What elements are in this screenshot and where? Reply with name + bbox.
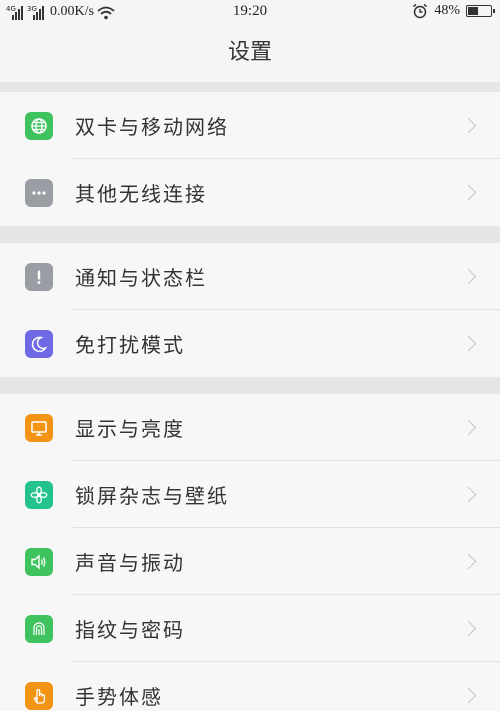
moon-icon: [25, 329, 53, 358]
settings-item-label: 其他无线连接: [75, 182, 207, 206]
more-dots-icon: [25, 178, 53, 207]
section-gap: [0, 82, 500, 92]
speaker-icon: [25, 547, 53, 576]
chevron-right-icon: [460, 687, 477, 704]
chevron-right-icon: [460, 335, 477, 352]
settings-item-label: 通知与状态栏: [75, 266, 207, 290]
hand-gesture-icon: [25, 681, 53, 710]
settings-item-display-brightness[interactable]: 显示与亮度: [0, 394, 500, 461]
chevron-right-icon: [460, 268, 477, 285]
page-title: 设置: [0, 24, 500, 82]
chevron-right-icon: [460, 419, 477, 436]
chevron-right-icon: [460, 117, 477, 134]
status-bar: 4G 3G 0.00K/s 19:20 48%: [0, 0, 500, 24]
alarm-clock-icon: [412, 3, 428, 19]
settings-item-fingerprint-password[interactable]: 指纹与密码: [0, 595, 500, 662]
section-gap: [0, 226, 500, 243]
settings-item-sound-vibration[interactable]: 声音与振动: [0, 528, 500, 595]
battery-fill: [468, 7, 479, 15]
settings-item-label: 双卡与移动网络: [75, 115, 229, 139]
status-right: 48%: [412, 3, 495, 19]
exclamation-icon: [25, 262, 53, 291]
section-gap: [0, 377, 500, 394]
settings-item-label: 免打扰模式: [75, 333, 185, 357]
settings-item-label: 手势体感: [75, 685, 163, 709]
chevron-right-icon: [460, 486, 477, 503]
settings-item-other-wireless[interactable]: 其他无线连接: [0, 159, 500, 226]
settings-item-notifications-status-bar[interactable]: 通知与状态栏: [0, 243, 500, 310]
chevron-right-icon: [460, 620, 477, 637]
flower-icon: [25, 480, 53, 509]
settings-group-network: 双卡与移动网络 其他无线连接: [0, 92, 500, 226]
chevron-right-icon: [460, 553, 477, 570]
settings-item-lockscreen-wallpaper[interactable]: 锁屏杂志与壁纸: [0, 461, 500, 528]
battery-icon: [466, 5, 495, 17]
settings-group-notifications: 通知与状态栏 免打扰模式: [0, 243, 500, 377]
fingerprint-icon: [25, 614, 53, 643]
settings-item-gesture-motion[interactable]: 手势体感: [0, 662, 500, 711]
settings-group-display-sound: 显示与亮度 锁屏杂志与壁纸 声音与振动 指纹与密码 手势体感: [0, 394, 500, 711]
settings-item-dual-sim-mobile-network[interactable]: 双卡与移动网络: [0, 92, 500, 159]
monitor-icon: [25, 413, 53, 442]
settings-item-label: 声音与振动: [75, 551, 185, 575]
settings-item-label: 指纹与密码: [75, 618, 185, 642]
settings-item-label: 显示与亮度: [75, 417, 185, 441]
settings-item-label: 锁屏杂志与壁纸: [75, 484, 229, 508]
settings-item-do-not-disturb[interactable]: 免打扰模式: [0, 310, 500, 377]
globe-icon: [25, 111, 53, 140]
chevron-right-icon: [460, 184, 477, 201]
battery-percent: 48%: [434, 3, 460, 18]
